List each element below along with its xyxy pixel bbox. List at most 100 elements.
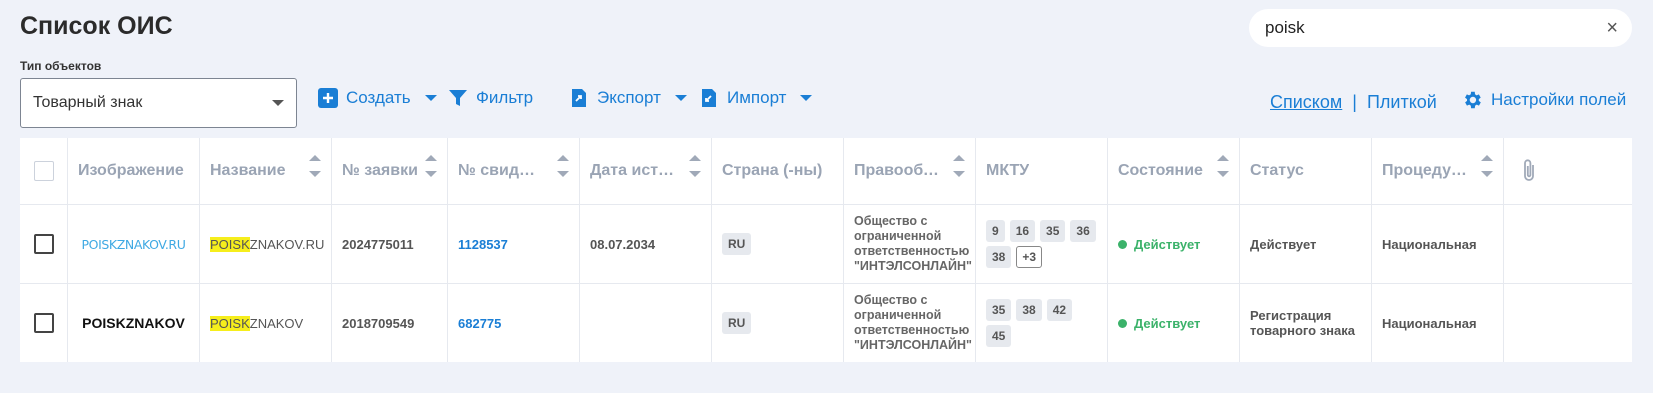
view-separator: | <box>1352 92 1357 112</box>
status-value: Действует <box>1250 236 1317 252</box>
search-input[interactable] <box>1265 18 1607 38</box>
cert-no-link[interactable]: 682775 <box>458 316 501 331</box>
row-procedure: Национальная <box>1372 205 1504 283</box>
import-icon <box>702 89 716 107</box>
state-value: Действует <box>1134 315 1201 331</box>
view-tile-link[interactable]: Плиткой <box>1367 92 1437 113</box>
status-badge: Действует <box>1118 237 1200 252</box>
sort-icon[interactable] <box>1217 155 1229 177</box>
row-expiry <box>580 284 712 362</box>
row-country: RU <box>712 205 844 283</box>
state-value: Действует <box>1134 236 1201 252</box>
header-procedure[interactable]: Процедура… <box>1372 138 1504 204</box>
expiry-value: 08.07.2034 <box>590 236 656 252</box>
country-badge: RU <box>722 233 752 255</box>
select-all-checkbox[interactable] <box>33 161 54 181</box>
header-country-label: Страна (-ны) <box>722 162 823 179</box>
chevron-down-icon <box>424 95 437 101</box>
header-select-all-cell <box>20 138 68 204</box>
header-expiry[interactable]: Дата истеч… <box>580 138 712 204</box>
procedure-value: Национальная <box>1382 236 1477 252</box>
row-owner: Общество с ограниченной ответственностью… <box>844 284 976 362</box>
export-button[interactable]: Экспорт <box>569 88 687 108</box>
chevron-down-icon <box>674 95 687 101</box>
row-image: POISKZNAKOV.RU <box>68 205 200 283</box>
gear-icon <box>1465 91 1481 109</box>
row-select-cell <box>20 284 68 362</box>
export-icon <box>572 89 586 107</box>
row-status: Регистрация товарного знака <box>1240 284 1372 362</box>
header-state[interactable]: Состояние <box>1108 138 1240 204</box>
import-label: Импорт <box>727 88 787 107</box>
search-box: × <box>1249 9 1632 47</box>
row-owner: Общество с ограниченной ответственностью… <box>844 205 976 283</box>
header-country: Страна (-ны) <box>712 138 844 204</box>
row-checkbox[interactable] <box>33 313 54 333</box>
mktu-more-button[interactable]: +3 <box>1016 246 1043 268</box>
filter-button[interactable]: Фильтр <box>448 88 533 108</box>
app-no-value: 2024775011 <box>342 236 414 252</box>
header-state-label: Состояние <box>1118 162 1203 179</box>
table-row[interactable]: POISKZNAKOV POISK ZNAKOV 2018709549 68277… <box>20 284 1632 362</box>
header-image-label: Изображение <box>78 162 184 179</box>
row-image: POISKZNAKOV <box>68 284 200 362</box>
row-mktu: 9 16 35 36 38 +3 <box>976 205 1108 283</box>
app-no-value: 2018709549 <box>342 315 415 331</box>
mktu-badge: 35 <box>986 299 1012 321</box>
mktu-badge: 42 <box>1046 299 1073 321</box>
mktu-badge: 45 <box>986 325 1012 347</box>
procedure-value: Национальная <box>1382 315 1477 331</box>
mktu-badge: 35 <box>1040 220 1066 242</box>
object-type-select[interactable]: Товарный знак <box>20 78 297 128</box>
header-status-label: Статус <box>1250 162 1304 179</box>
name-rest: ZNAKOV.RU <box>249 236 325 252</box>
row-procedure: Национальная <box>1372 284 1504 362</box>
object-type-value: Товарный знак <box>33 94 143 111</box>
sort-icon[interactable] <box>953 155 965 177</box>
view-list-link[interactable]: Списком <box>1270 92 1342 113</box>
row-checkbox[interactable] <box>33 234 54 254</box>
row-attachment <box>1504 284 1554 362</box>
sort-icon[interactable] <box>309 155 321 177</box>
row-state: Действует <box>1108 284 1240 362</box>
row-status: Действует <box>1240 205 1372 283</box>
row-cert-no: 1128537 <box>448 205 580 283</box>
header-mktu: МКТУ <box>976 138 1108 204</box>
header-app-no[interactable]: № заявки <box>332 138 448 204</box>
header-status: Статус <box>1240 138 1372 204</box>
field-settings-button[interactable]: Настройки полей <box>1461 89 1626 111</box>
header-owner-label: Правообла… <box>854 162 939 179</box>
chevron-down-icon <box>272 100 284 106</box>
plus-icon <box>318 88 338 108</box>
sort-icon[interactable] <box>1481 155 1493 177</box>
import-button[interactable]: Импорт <box>699 88 813 108</box>
table-row[interactable]: POISKZNAKOV.RU POISK ZNAKOV.RU 2024775011… <box>20 205 1632 284</box>
ois-table: Изображение Название № заявки № свидете…… <box>20 138 1632 362</box>
filter-icon <box>449 90 467 106</box>
cert-no-link[interactable]: 1128537 <box>458 237 508 252</box>
header-cert-no[interactable]: № свидете… <box>448 138 580 204</box>
row-mktu: 35 38 42 45 <box>976 284 1108 362</box>
create-button[interactable]: Создать <box>318 88 437 108</box>
sort-icon[interactable] <box>425 155 437 177</box>
header-app-no-label: № заявки <box>342 162 418 179</box>
mktu-badge: 16 <box>1009 220 1036 242</box>
trademark-logo: POISKZNAKOV <box>82 315 185 331</box>
view-switcher: Списком | Плиткой <box>1270 92 1437 113</box>
header-owner[interactable]: Правообла… <box>844 138 976 204</box>
status-dot-icon <box>1118 318 1127 328</box>
row-select-cell <box>20 205 68 283</box>
create-label: Создать <box>346 88 411 107</box>
table-header: Изображение Название № заявки № свидете…… <box>20 138 1632 205</box>
status-badge: Действует <box>1118 316 1200 331</box>
row-attachment <box>1504 205 1554 283</box>
header-attachment[interactable] <box>1504 138 1554 204</box>
name-rest: ZNAKOV <box>249 315 304 331</box>
sort-icon[interactable] <box>689 155 701 177</box>
close-icon[interactable]: × <box>1606 18 1618 38</box>
filter-label: Фильтр <box>476 88 534 107</box>
header-expiry-label: Дата истеч… <box>590 162 675 179</box>
sort-icon[interactable] <box>557 155 569 177</box>
name-highlight: POISK <box>210 236 250 252</box>
header-name[interactable]: Название <box>200 138 332 204</box>
